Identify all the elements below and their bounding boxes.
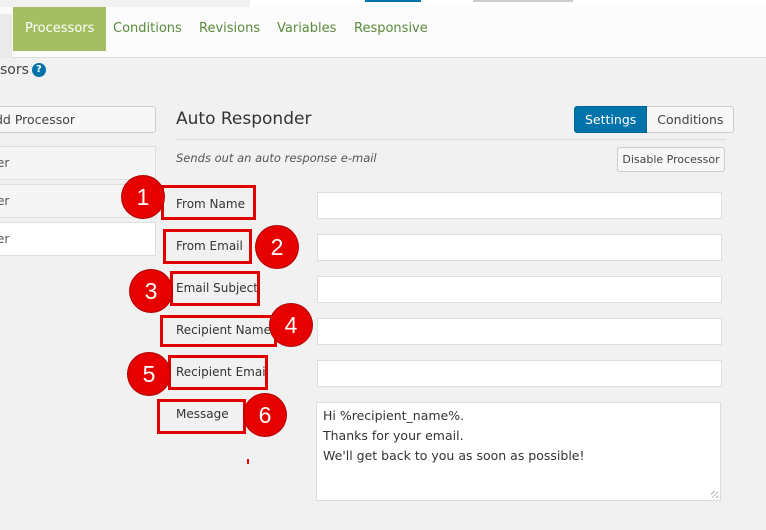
top-strip xyxy=(0,0,766,7)
tab-variables[interactable]: Variables xyxy=(265,7,348,51)
panel-divider xyxy=(176,139,726,140)
annotation-box-from-email xyxy=(163,229,252,264)
annotation-badge-4: 4 xyxy=(270,304,312,346)
section-title-text: sors xyxy=(0,62,29,78)
tab-processors[interactable]: Processors xyxy=(13,7,107,51)
annotation-badge-3: 3 xyxy=(130,270,172,312)
from-email-input[interactable] xyxy=(317,234,722,261)
conditions-button[interactable]: Conditions xyxy=(647,106,735,133)
annotation-box-from-name xyxy=(161,185,256,220)
panel-mode-toggle: Settings Conditions xyxy=(574,106,735,133)
email-subject-input[interactable] xyxy=(317,276,722,303)
annotation-badge-5: 5 xyxy=(128,353,170,395)
tab-bar: Processors Conditions Revisions Variable… xyxy=(0,7,766,58)
recipient-name-input[interactable] xyxy=(317,318,722,345)
message-line: We'll get back to you as soon as possibl… xyxy=(323,448,585,463)
section-title: sors ? xyxy=(0,62,46,78)
panel-description: Sends out an auto response e-mail xyxy=(176,151,377,165)
tab-conditions[interactable]: Conditions xyxy=(101,7,194,51)
tab-bar-edge xyxy=(0,14,12,58)
annotation-mark xyxy=(247,459,249,464)
annotation-badge-6: 6 xyxy=(244,394,286,436)
processor-list-item[interactable]: er xyxy=(0,146,156,180)
annotation-box-message xyxy=(157,399,246,434)
annotation-box-recipient-name xyxy=(160,315,277,347)
top-strip-blue xyxy=(365,0,421,2)
from-name-input[interactable] xyxy=(317,192,722,219)
annotation-badge-1: 1 xyxy=(122,176,164,218)
question-circle-icon[interactable]: ? xyxy=(31,63,46,77)
processor-list-item-selected[interactable]: er xyxy=(0,222,156,256)
tab-responsive[interactable]: Responsive xyxy=(342,7,440,51)
message-line: Hi %recipient_name%. xyxy=(323,408,465,423)
message-textarea[interactable]: Hi %recipient_name%. Thanks for your ema… xyxy=(316,402,721,501)
panel-title: Auto Responder xyxy=(176,109,312,129)
annotation-box-email-subject xyxy=(170,271,260,306)
annotation-badge-2: 2 xyxy=(256,226,298,268)
message-line: Thanks for your email. xyxy=(323,428,464,443)
top-strip-gray xyxy=(473,0,573,2)
add-processor-button[interactable]: dd Processor xyxy=(0,106,156,133)
recipient-email-input[interactable] xyxy=(317,360,722,387)
settings-button[interactable]: Settings xyxy=(574,106,648,133)
annotation-box-recipient-email xyxy=(168,355,268,390)
resize-grip-icon[interactable] xyxy=(711,491,718,498)
tab-revisions[interactable]: Revisions xyxy=(187,7,272,51)
disable-processor-button[interactable]: Disable Processor xyxy=(617,147,725,172)
